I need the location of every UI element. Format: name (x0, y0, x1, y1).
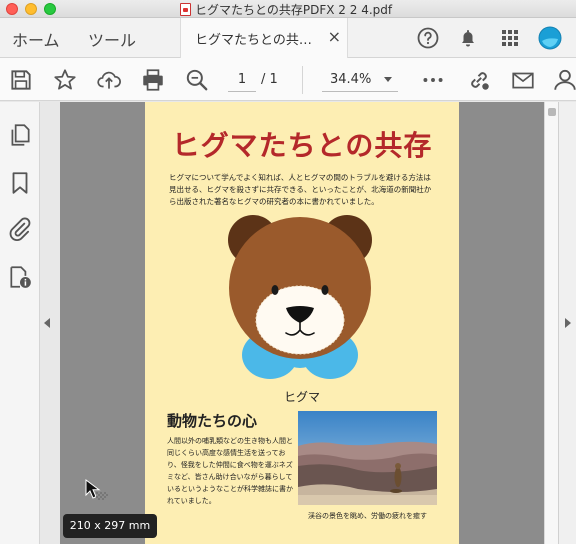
tab-bar: ホーム ツール ヒグマたちとの共… × (0, 18, 576, 58)
chevron-down-icon (384, 77, 392, 82)
zoom-level-select[interactable]: 34.4% (322, 68, 398, 92)
acrobat-window: ヒグマたちとの共存PDFX 2 2 4.pdf ホーム ツール ヒグマたちとの共… (0, 0, 576, 544)
share-link-icon[interactable] (466, 67, 492, 93)
apps-grid-icon[interactable] (498, 26, 522, 50)
intro-paragraph: ヒグマについて学んでよく知れば、人とヒグマの間のトラブルを避ける方法は見出せる、… (169, 173, 432, 206)
toolbar-divider (302, 66, 303, 94)
window-title: ヒグマたちとの共存PDFX 2 2 4.pdf (180, 1, 392, 18)
document-info-icon[interactable] (7, 264, 33, 290)
window-minimize-button[interactable] (25, 3, 37, 15)
tab-home[interactable]: ホーム (12, 27, 60, 51)
expand-right-panel-icon[interactable] (565, 318, 571, 328)
bear-illustration (228, 215, 372, 379)
email-envelope-icon[interactable] (510, 67, 536, 93)
add-user-icon[interactable] (552, 67, 576, 93)
page-total-label: / 1 (261, 72, 278, 87)
pdf-file-icon (180, 3, 191, 16)
title-bar: ヒグマたちとの共存PDFX 2 2 4.pdf (0, 0, 576, 18)
zoom-level-value: 34.4% (330, 72, 372, 87)
collapse-left-panel-icon[interactable] (44, 318, 50, 328)
main-toolbar: 1 / 1 34.4% (0, 58, 576, 101)
page-title: ヒグマたちとの共存 (171, 129, 433, 162)
tab-document[interactable]: ヒグマたちとの共… × (180, 18, 348, 58)
bookmark-icon[interactable] (7, 170, 33, 196)
cloud-upload-icon[interactable] (96, 67, 122, 93)
tab-tools[interactable]: ツール (88, 27, 136, 51)
scrollbar-thumb[interactable] (548, 108, 556, 116)
print-icon[interactable] (140, 67, 166, 93)
window-title-text: ヒグマたちとの共存PDFX 2 2 4.pdf (195, 3, 393, 17)
more-options-icon[interactable] (420, 67, 446, 93)
save-icon[interactable] (8, 67, 34, 93)
bear-caption: ヒグマ (283, 390, 320, 404)
window-zoom-button[interactable] (44, 3, 56, 15)
vertical-scrollbar[interactable] (544, 102, 558, 544)
canyon-photo (298, 411, 437, 505)
tab-document-label: ヒグマたちとの共… (195, 33, 312, 48)
page-size-tooltip: 210 x 297 mm (63, 514, 157, 538)
photo-caption: 渓谷の景色を眺め、労働の疲れを癒す (308, 512, 427, 520)
attachment-paperclip-icon[interactable] (7, 216, 33, 242)
section-title: 動物たちの心 (167, 412, 258, 430)
page-thumbnails-icon[interactable] (7, 122, 33, 148)
window-close-button[interactable] (6, 3, 18, 15)
notification-bell-icon[interactable] (456, 26, 480, 50)
account-avatar-icon[interactable] (538, 26, 562, 50)
star-bookmark-icon[interactable] (52, 67, 78, 93)
help-icon[interactable] (416, 26, 440, 50)
section-body-text: 人間以外の哺乳類などの生き物も人間と同じくらい高度な感情生活を送っており、怪我を… (167, 437, 293, 505)
left-sidebar (0, 102, 40, 544)
page-number-input[interactable]: 1 (228, 68, 256, 92)
tab-close-button[interactable]: × (328, 27, 341, 46)
pdf-page: ヒグマたちとの共存 ヒグマについて学んでよく知れば、人とヒグマの間のトラブルを避… (145, 102, 459, 544)
zoom-search-icon[interactable] (184, 67, 210, 93)
mouse-pointer-icon (85, 479, 108, 500)
